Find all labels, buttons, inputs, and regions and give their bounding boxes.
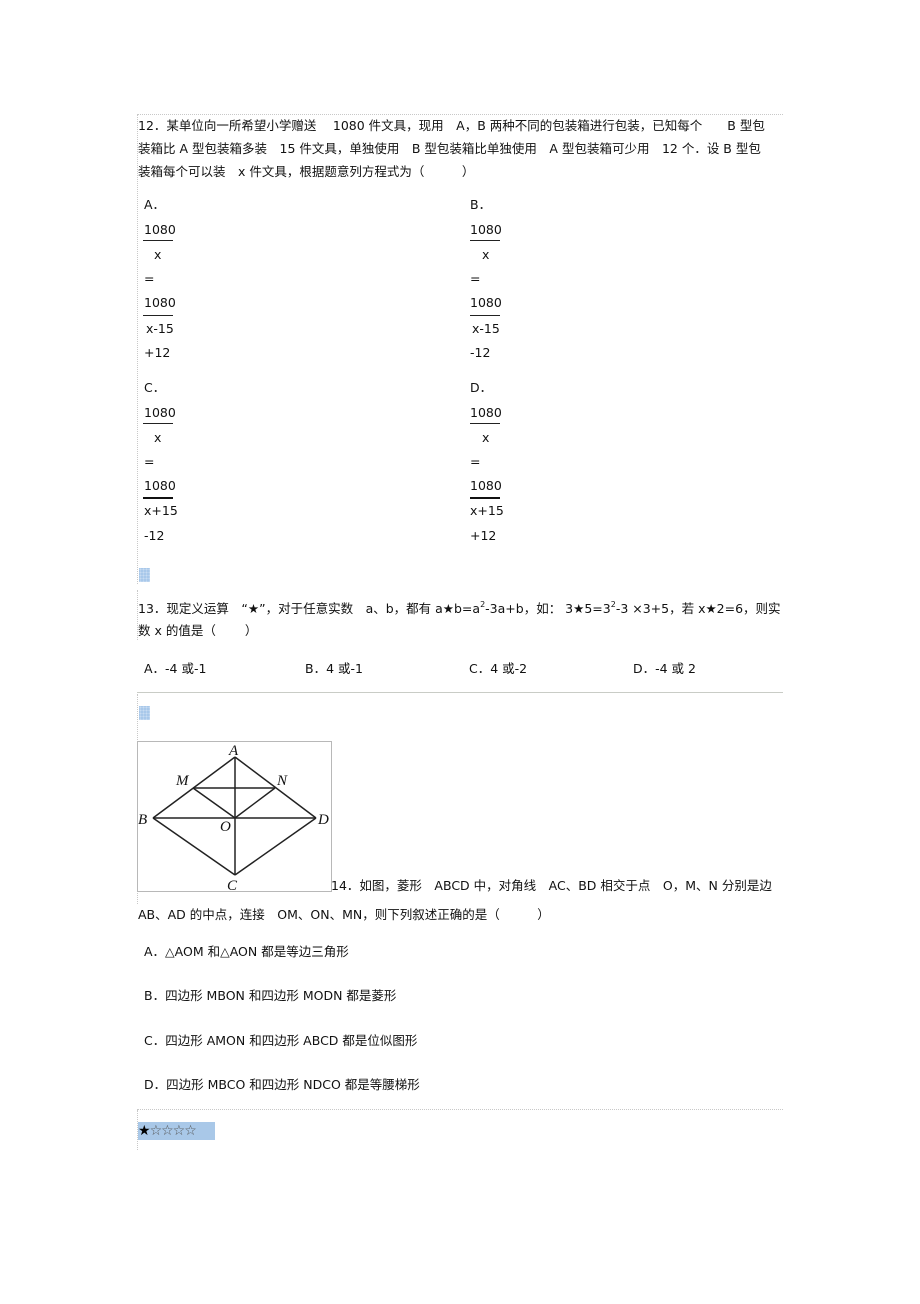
point-label-n: N (276, 773, 288, 789)
fraction-bar (143, 423, 173, 424)
numerator: 1080 (470, 405, 502, 420)
star-filled-icon: ★ (138, 1123, 151, 1139)
equals-sign: = (470, 454, 481, 469)
superscript: 2 (480, 600, 486, 609)
fraction-bar (470, 497, 500, 499)
q13-option-d[interactable]: D．-4 或 2 (633, 661, 696, 677)
option-label: A． (144, 197, 166, 212)
q13-text-b: -3a+b，如： 3★5=3 (485, 601, 611, 616)
q13-stem-line-2: 数 x 的值是（ ） (138, 623, 258, 638)
numerator: 1080 (470, 222, 502, 237)
q13-option-a[interactable]: A．-4 或-1 (144, 661, 206, 677)
denominator: x-15 (146, 321, 174, 336)
fraction-bar (143, 240, 173, 241)
q12-stem-line-1: 12．某单位向一所希望小学赠送 1080 件文具，现用 A，B 两种不同的包装箱… (138, 118, 765, 133)
point-label-m: M (175, 773, 190, 789)
superscript: 2 (610, 600, 616, 609)
option-label: B． (470, 197, 492, 212)
fraction-bar (470, 315, 500, 316)
answer-marker[interactable] (139, 568, 150, 582)
numerator: 1080 (144, 478, 176, 493)
section-divider (137, 692, 783, 693)
q13-text-c: -3 ×3+5，若 x★2=6，则实 (615, 601, 781, 616)
denominator: x (154, 247, 162, 262)
denominator: x (482, 430, 490, 445)
q13-stem-line-1: 13．现定义运算 “★”，对于任意实数 a、b，都有 a★b=a2-3a+b，如… (138, 600, 781, 619)
q14-stem-line-1: 14．如图，菱形 ABCD 中，对角线 AC、BD 相交于点 O，M、N 分别是… (331, 878, 772, 893)
denominator: x (482, 247, 490, 262)
q14-option-a[interactable]: A．△AOM 和△AON 都是等边三角形 (144, 944, 349, 960)
constant-term: -12 (144, 528, 165, 543)
numerator: 1080 (144, 405, 176, 420)
q13-text-a: 13．现定义运算 “★”，对于任意实数 a、b，都有 a★b=a (138, 601, 481, 616)
segment-om (192, 787, 236, 819)
fraction-bar (143, 315, 173, 316)
rhombus-figure: A M N B O D C (137, 741, 332, 894)
numerator: 1080 (144, 222, 176, 237)
q12-left-border (137, 114, 138, 584)
point-label-b: B (138, 812, 147, 828)
denominator: x (154, 430, 162, 445)
point-label-a: A (228, 743, 239, 759)
constant-term: +12 (144, 345, 171, 360)
point-label-c: C (227, 878, 238, 891)
denominator: x+15 (144, 503, 178, 518)
constant-term: -12 (470, 345, 491, 360)
numerator: 1080 (470, 295, 502, 310)
option-label: C． (144, 380, 166, 395)
constant-term: +12 (470, 528, 497, 543)
fraction-bar (143, 497, 173, 499)
q14-option-c[interactable]: C．四边形 AMON 和四边形 ABCD 都是位似图形 (144, 1033, 417, 1049)
edge-dc (234, 817, 317, 876)
q12-stem-line-2: 装箱比 A 型包装箱多装 15 件文具，单独使用 B 型包装箱比单独使用 A 型… (138, 141, 761, 156)
q14-option-b[interactable]: B．四边形 MBON 和四边形 MODN 都是菱形 (144, 988, 396, 1004)
q14-stem-line-2: AB、AD 的中点，连接 OM、ON、MN，则下列叙述正确的是（ ） (138, 907, 550, 922)
option-label: D． (470, 380, 493, 395)
point-label-o: O (220, 819, 231, 835)
q13-option-c[interactable]: C．4 或-2 (469, 661, 527, 677)
q13-option-b[interactable]: B．4 或-1 (305, 661, 363, 677)
q12-stem-line-3: 装箱每个可以装 x 件文具，根据题意列方程式为（ ） (138, 164, 475, 179)
equals-sign: = (144, 271, 155, 286)
difficulty-rating: ★☆☆☆☆ (138, 1122, 215, 1140)
equals-sign: = (470, 271, 481, 286)
equals-sign: = (144, 454, 155, 469)
numerator: 1080 (470, 478, 502, 493)
star-empty-icon: ☆☆☆☆ (149, 1123, 197, 1139)
segment-on (234, 787, 276, 819)
fraction-bar (470, 240, 500, 241)
fraction-bar (470, 423, 500, 424)
rhombus-diagram: A M N B O D C (138, 743, 329, 894)
q14-option-d[interactable]: D．四边形 MBCO 和四边形 NDCO 都是等腰梯形 (144, 1077, 420, 1093)
q12-top-border (137, 114, 783, 115)
point-label-d: D (317, 812, 329, 828)
answer-marker[interactable] (139, 706, 150, 720)
section-divider-dotted (137, 1109, 783, 1110)
denominator: x+15 (470, 503, 504, 518)
denominator: x-15 (472, 321, 500, 336)
numerator: 1080 (144, 295, 176, 310)
